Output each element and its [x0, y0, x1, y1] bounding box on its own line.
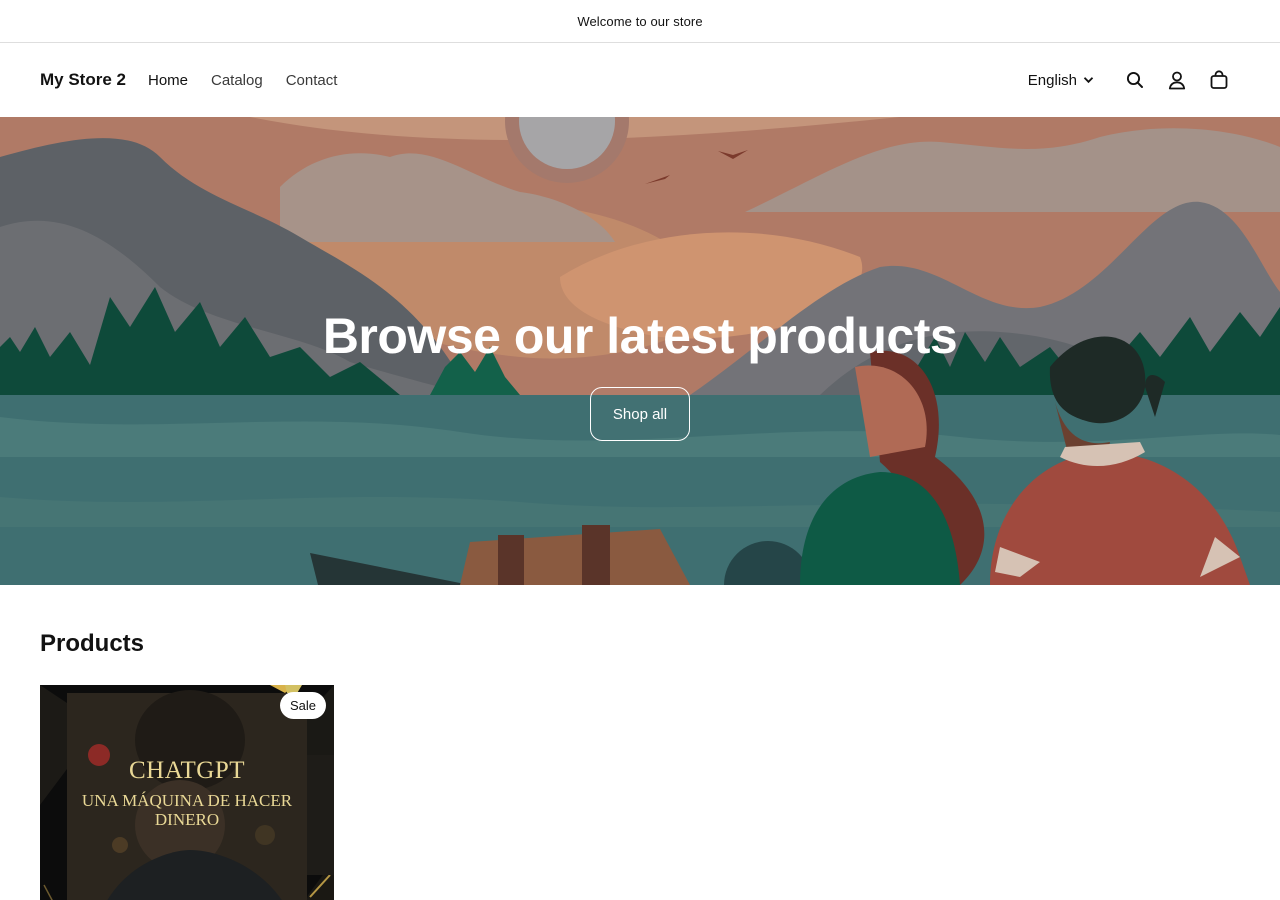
product-image-title: CHATGPT	[128, 757, 245, 784]
sale-badge: Sale	[279, 692, 326, 719]
search-button[interactable]	[1114, 59, 1156, 101]
cart-button[interactable]	[1198, 59, 1240, 101]
cart-icon	[1210, 70, 1228, 89]
product-card[interactable]: CHATGPT UNA MÁQUINA DE HACER DINERO Sale	[40, 685, 334, 900]
main-nav: Home Catalog Contact	[148, 72, 337, 89]
nav-contact[interactable]: Contact	[286, 72, 338, 89]
chevron-down-icon	[1083, 77, 1094, 84]
nav-home[interactable]: Home	[148, 72, 188, 89]
hero-content: Browse our latest products Shop all	[0, 117, 1280, 585]
site-header: My Store 2 Home Catalog Contact English	[0, 43, 1280, 117]
search-icon	[1126, 71, 1143, 88]
store-logo[interactable]: My Store 2	[40, 70, 126, 90]
announcement-text: Welcome to our store	[577, 13, 703, 29]
header-actions: English	[1028, 59, 1240, 101]
products-section: Products CHATGPT UNA MÁQUINA DE HACER DI…	[40, 630, 334, 900]
shop-all-button[interactable]: Shop all	[590, 387, 690, 441]
product-image-subtitle: UNA MÁQUINA DE HACER DINERO	[81, 791, 293, 829]
language-label: English	[1027, 71, 1077, 89]
products-heading: Products	[40, 630, 145, 657]
announcement-bar: Welcome to our store	[0, 0, 1280, 43]
account-button[interactable]	[1156, 59, 1198, 101]
account-icon	[1168, 71, 1186, 89]
hero-title: Browse our latest products	[322, 308, 958, 364]
hero-banner: Browse our latest products Shop all	[0, 117, 1280, 585]
language-selector[interactable]: English	[1028, 72, 1094, 89]
nav-catalog[interactable]: Catalog	[211, 72, 263, 89]
